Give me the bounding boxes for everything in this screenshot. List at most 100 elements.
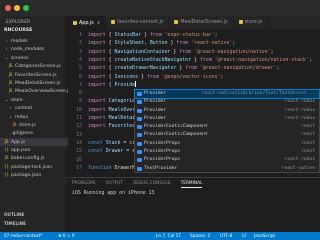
problems-count[interactable]: ⊗ 0 ⚠ 0 [58,232,75,240]
symbol-icon [137,141,142,146]
chevron-down-icon: ⌄ [4,96,9,102]
suggestion-item[interactable]: Provider react-redux [135,98,319,106]
suggestion-source: react-redux [284,99,315,105]
close-window-button[interactable] [5,5,11,11]
tree-item[interactable]: JS babel.config.js [0,154,68,162]
suggestion-label: Provider [144,99,167,105]
minimize-window-button[interactable] [14,5,20,11]
code-line-6: 6 import { Ionicons } from '@expo/vector-… [79,73,224,80]
json-file-icon: {} [4,163,10,169]
panel-tab[interactable]: OUTPUT [105,180,123,188]
project-root[interactable]: RNCOURSE [4,28,32,33]
tree-item[interactable]: ◦ .gitignore [0,129,68,137]
js-file-icon [73,20,77,25]
tree-item[interactable]: JS FavoritesScreen.js [0,71,68,79]
suggestion-label: Provider [144,107,167,113]
suggestion-item[interactable]: ProviderExoticComponent react [135,123,319,131]
tree-item[interactable]: {} package-lock.json [0,163,68,171]
explorer-sidebar: EXPLORER RNCOURSE › models › node_modules ⌄ s… [0,16,68,232]
code-line-2: 2 import { StyleSheet, Button } from 'rea… [79,40,236,47]
explorer-title: EXPLORER [6,19,31,24]
zoom-window-button[interactable] [23,5,29,11]
tree-item[interactable]: JS MealsOverviewScreen.js [0,87,68,95]
tree-item-label: MealsOverviewScreen.js [15,89,68,95]
tree-item[interactable]: JS CategoriesScreen.js [0,62,68,70]
outline-section[interactable]: OUTLINE [4,212,68,217]
suggestion-source: react [301,124,315,130]
symbol-icon [137,125,142,130]
timeline-section[interactable]: TIMELINE [4,221,68,226]
suggestion-item[interactable]: TextProvider react-native [135,165,319,173]
suggestion-label: ProviderProps [144,140,180,146]
js-file-icon: JS [12,121,17,127]
bottom-panel: PROBLEMS OUTPUT DEBUG CONSOLE TERMINAL iOS … [68,177,320,232]
tree-item-label: babel.config.js [11,156,45,162]
code-line-5: 5 import { createDrawerNavigator } from '… [79,65,280,72]
tree-item[interactable]: JS store.js [0,121,68,129]
terminal-output[interactable]: iOS Running app on iPhone 13 [72,190,154,196]
panel-tab[interactable]: TERMINAL [180,180,203,188]
suggestion-item[interactable]: ProviderProps react [135,148,319,156]
panel-tab[interactable]: DEBUG CONSOLE [133,180,171,188]
tree-item[interactable]: JS MealDetailScreen.js [0,79,68,87]
tree-item[interactable]: ⌄ store [0,96,68,104]
git-branch[interactable]: 07-redux-context* [4,232,42,240]
indentation[interactable]: Spaces: 2 [190,232,210,240]
suggestion-label: ProviderProps [144,149,180,155]
tree-item[interactable]: › models [0,37,68,45]
chevron-down-icon: ⌄ [8,113,13,119]
tree-item[interactable]: JS App.js [0,137,68,147]
symbol-icon [137,166,142,171]
suggestion-label: TextProvider [144,165,178,171]
encoding[interactable]: UTF-8 [220,232,232,240]
suggestion-item[interactable]: ProviderExoticComponent react [135,131,319,139]
symbol-icon [137,116,142,121]
suggestion-item[interactable]: ProviderProps react [135,140,319,148]
editor-tab[interactable]: MealDetailScreen.js [169,16,234,29]
suggestion-item[interactable]: Provider react-redux [135,115,319,123]
suggestion-item[interactable]: ProviderProps react-redux [135,156,319,164]
editor-tab[interactable]: store.js [234,16,269,29]
suggestion-source: react-native [281,165,315,171]
file-tree: › models › node_modules ⌄ screens JS Categories… [0,37,68,180]
close-tab-icon[interactable]: ✕ [97,20,100,25]
end-of-line[interactable]: LF [242,232,247,240]
tree-item-label: store [11,97,23,103]
suggestion-source: react [301,140,315,146]
tree-item-label: package-lock.json [11,164,53,170]
js-file-icon [238,19,243,24]
tree-item-label: App.js [11,139,26,145]
symbol-icon [137,133,142,138]
js-file-icon: JS [8,63,13,69]
panel-tab[interactable]: PROBLEMS [72,180,95,188]
json-file-icon: {} [4,147,10,153]
cursor-position[interactable]: Ln 7, Col 17 [156,232,181,240]
editor-tab[interactable]: App.js ✕ [68,16,107,29]
suggestion-source: react-native/Libraries/Text/TextAncest..… [201,91,315,96]
code-line-3: 3 import { NavigationContainer } from '@r… [79,48,274,55]
suggestion-item[interactable]: Provider react-redux [135,107,319,115]
suggestion-source: react-redux [284,115,315,121]
suggestion-widget: Provider react-native/Libraries/Text/Text… [134,88,320,173]
tree-item[interactable]: {} app.json [0,146,68,154]
tree-item[interactable]: {} package.json [0,171,68,179]
tree-item-label: store.js [19,122,36,128]
suggestion-label: Provider [144,115,167,121]
language-mode[interactable]: JavaScript [254,232,275,240]
tree-item[interactable]: › context [0,104,68,112]
tree-item[interactable]: › node_modules [0,45,68,53]
tree-item-label: .gitignore [11,131,33,137]
js-file-icon: JS [8,71,13,77]
suggestion-label: ProviderExoticComponent [144,132,208,138]
suggestion-source: react [301,132,315,138]
suggestion-label: Provider [144,91,167,96]
tree-item[interactable]: ⌄ redux [0,113,68,121]
tree-item-label: models [11,39,28,44]
suggestion-item[interactable]: Provider react-native/Libraries/Text/Text… [134,88,320,100]
editor-tab[interactable]: favorites-context.js [106,16,170,29]
panel-tabs: PROBLEMS OUTPUT DEBUG CONSOLE TERMINAL [72,180,212,188]
tab-label: favorites-context.js [117,20,164,25]
tree-item-label: FavoritesScreen.js [15,72,57,78]
tree-item[interactable]: ⌄ screens [0,54,68,62]
tree-item-label: app.json [11,148,31,154]
